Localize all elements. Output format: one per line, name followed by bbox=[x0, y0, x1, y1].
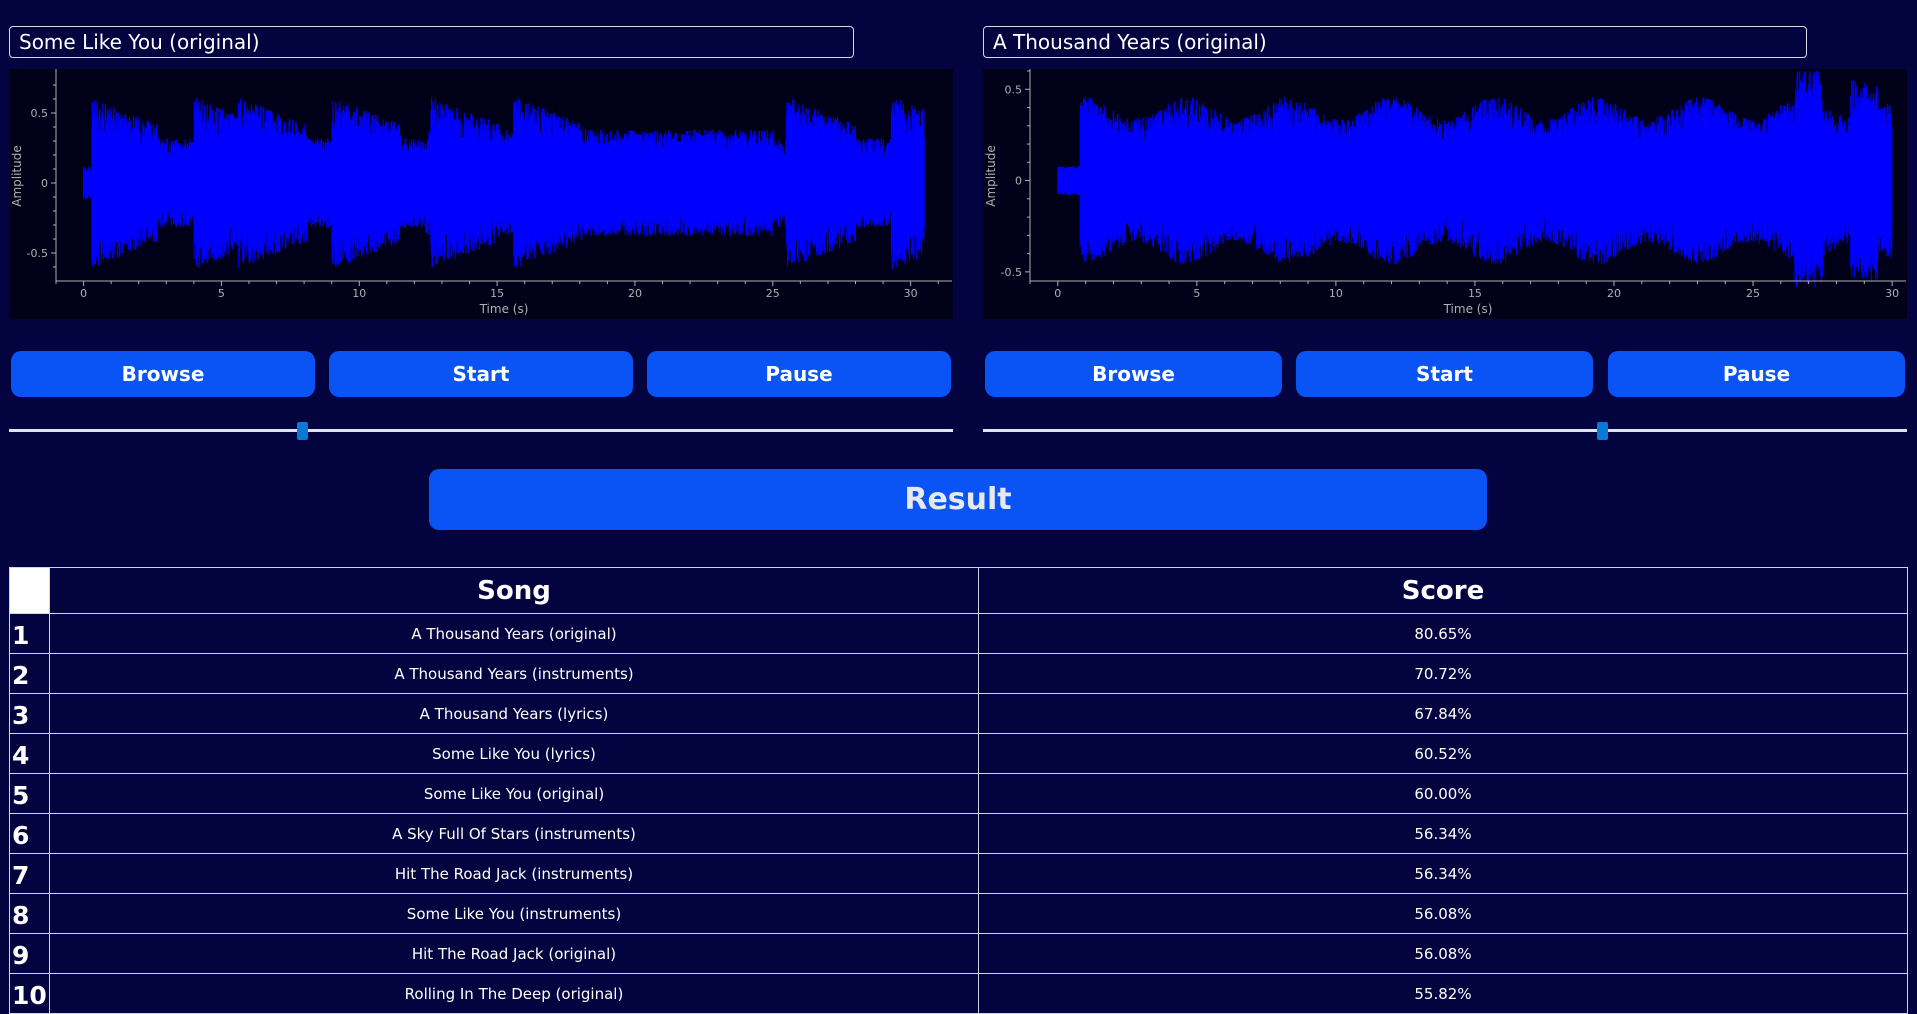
right-waveform-svg: 0 5 10 15 20 25 30 0.5 0 -0.5 Time (s) Amplitude bbox=[984, 69, 1906, 316]
score-cell[interactable]: 70.72% bbox=[978, 653, 1908, 694]
left-waveform-plot: 0 5 10 15 20 25 30 0.5 0 -0.5 Time (s) Amplitude bbox=[9, 69, 953, 319]
score-cell[interactable]: 60.00% bbox=[978, 773, 1908, 814]
y-tick-label: 0.5 bbox=[1005, 83, 1023, 96]
x-tick-label: 5 bbox=[1193, 287, 1200, 300]
score-cell[interactable]: 56.08% bbox=[978, 893, 1908, 934]
song-cell[interactable]: Some Like You (instruments) bbox=[49, 893, 979, 934]
x-tick-label: 20 bbox=[1607, 287, 1621, 300]
y-axis-label: Amplitude bbox=[10, 145, 24, 207]
row-index-cell: 4 bbox=[9, 733, 50, 774]
song-cell[interactable]: Hit The Road Jack (instruments) bbox=[49, 853, 979, 894]
right-playback-slider[interactable] bbox=[983, 421, 1907, 441]
song-cell[interactable]: Some Like You (original) bbox=[49, 773, 979, 814]
row-index-cell: 7 bbox=[9, 853, 50, 894]
x-tick-label: 15 bbox=[490, 287, 504, 300]
table-row[interactable]: 10 Rolling In The Deep (original) 55.82% bbox=[9, 973, 1908, 1014]
table-header-row: Song Score bbox=[9, 567, 1908, 614]
y-axis-label: Amplitude bbox=[984, 145, 998, 207]
right-slider-track bbox=[983, 429, 1907, 432]
table-row[interactable]: 9 Hit The Road Jack (original) 56.08% bbox=[9, 933, 1908, 974]
waveform-trace bbox=[83, 97, 925, 270]
right-song-title-field: A Thousand Years (original) bbox=[983, 26, 1807, 58]
song-cell[interactable]: A Thousand Years (original) bbox=[49, 613, 979, 654]
row-index-cell: 2 bbox=[9, 653, 50, 694]
result-button[interactable]: Result bbox=[429, 469, 1487, 530]
x-tick-label: 10 bbox=[1329, 287, 1343, 300]
table-row[interactable]: 7 Hit The Road Jack (instruments) 56.34% bbox=[9, 853, 1908, 894]
score-cell[interactable]: 67.84% bbox=[978, 693, 1908, 734]
left-song-title-field: Some Like You (original) bbox=[9, 26, 854, 58]
song-cell[interactable]: A Sky Full Of Stars (instruments) bbox=[49, 813, 979, 854]
table-row[interactable]: 4 Some Like You (lyrics) 60.52% bbox=[9, 733, 1908, 774]
row-index-cell: 5 bbox=[9, 773, 50, 814]
x-tick-label: 10 bbox=[352, 287, 366, 300]
left-playback-slider[interactable] bbox=[9, 421, 953, 441]
table-row[interactable]: 6A Sky Full Of Stars (instruments) 56.34% bbox=[9, 813, 1908, 854]
song-cell[interactable]: A Thousand Years (lyrics) bbox=[49, 693, 979, 734]
x-tick-label: 5 bbox=[218, 287, 225, 300]
y-tick-label: 0.5 bbox=[31, 107, 49, 120]
row-index-cell: 3 bbox=[9, 693, 50, 734]
score-cell[interactable]: 56.08% bbox=[978, 933, 1908, 974]
right-browse-button[interactable]: Browse bbox=[985, 351, 1282, 397]
row-index-cell: 9 bbox=[9, 933, 50, 974]
x-axis-label: Time (s) bbox=[1443, 302, 1493, 316]
right-waveform-plot: 0 5 10 15 20 25 30 0.5 0 -0.5 Time (s) Amplitude bbox=[983, 69, 1907, 319]
table-row[interactable]: 8 Some Like You (instruments) 56.08% bbox=[9, 893, 1908, 934]
x-tick-label: 30 bbox=[904, 287, 918, 300]
song-cell[interactable]: Some Like You (lyrics) bbox=[49, 733, 979, 774]
song-column-header[interactable]: Song bbox=[49, 567, 979, 614]
score-cell[interactable]: 60.52% bbox=[978, 733, 1908, 774]
x-tick-label: 20 bbox=[628, 287, 642, 300]
waveform-trace bbox=[1057, 71, 1893, 288]
left-pause-button[interactable]: Pause bbox=[647, 351, 951, 397]
y-tick-label: -0.5 bbox=[1001, 266, 1022, 279]
song-cell[interactable]: Rolling In The Deep (original) bbox=[49, 973, 979, 1014]
left-waveform-svg: 0 5 10 15 20 25 30 0.5 0 -0.5 Time (s) Amplitude bbox=[10, 69, 952, 316]
left-slider-handle[interactable] bbox=[296, 422, 308, 440]
x-tick-label: 0 bbox=[1054, 287, 1061, 300]
row-index-cell: 6 bbox=[9, 813, 50, 854]
score-column-header[interactable]: Score bbox=[978, 567, 1908, 614]
right-start-button[interactable]: Start bbox=[1296, 351, 1593, 397]
x-tick-label: 25 bbox=[1746, 287, 1760, 300]
right-pause-button[interactable]: Pause bbox=[1608, 351, 1905, 397]
table-corner-cell[interactable] bbox=[9, 567, 50, 614]
y-tick-label: 0 bbox=[1015, 175, 1022, 188]
x-tick-label: 0 bbox=[80, 287, 87, 300]
y-tick-label: -0.5 bbox=[27, 247, 48, 260]
table-row[interactable]: 1A Thousand Years (original) 80.65% bbox=[9, 613, 1908, 654]
row-index-cell: 1 bbox=[9, 613, 50, 654]
score-cell[interactable]: 80.65% bbox=[978, 613, 1908, 654]
x-tick-label: 30 bbox=[1885, 287, 1899, 300]
x-tick-label: 15 bbox=[1468, 287, 1482, 300]
row-index-cell: 10 bbox=[9, 973, 50, 1014]
table-row[interactable]: 2A Thousand Years (instruments) 70.72% bbox=[9, 653, 1908, 694]
x-axis-label: Time (s) bbox=[479, 302, 529, 316]
song-cell[interactable]: A Thousand Years (instruments) bbox=[49, 653, 979, 694]
table-row[interactable]: 3A Thousand Years (lyrics) 67.84% bbox=[9, 693, 1908, 734]
table-row[interactable]: 5 Some Like You (original) 60.00% bbox=[9, 773, 1908, 814]
score-cell[interactable]: 56.34% bbox=[978, 853, 1908, 894]
score-cell[interactable]: 55.82% bbox=[978, 973, 1908, 1014]
y-tick-label: 0 bbox=[41, 177, 48, 190]
score-cell[interactable]: 56.34% bbox=[978, 813, 1908, 854]
right-slider-handle[interactable] bbox=[1597, 422, 1609, 440]
row-index-cell: 8 bbox=[9, 893, 50, 934]
left-browse-button[interactable]: Browse bbox=[11, 351, 315, 397]
results-table: Song Score 1A Thousand Years (original) 8… bbox=[9, 567, 1908, 1014]
x-tick-label: 25 bbox=[766, 287, 780, 300]
left-slider-track bbox=[9, 429, 953, 432]
song-cell[interactable]: Hit The Road Jack (original) bbox=[49, 933, 979, 974]
left-start-button[interactable]: Start bbox=[329, 351, 633, 397]
